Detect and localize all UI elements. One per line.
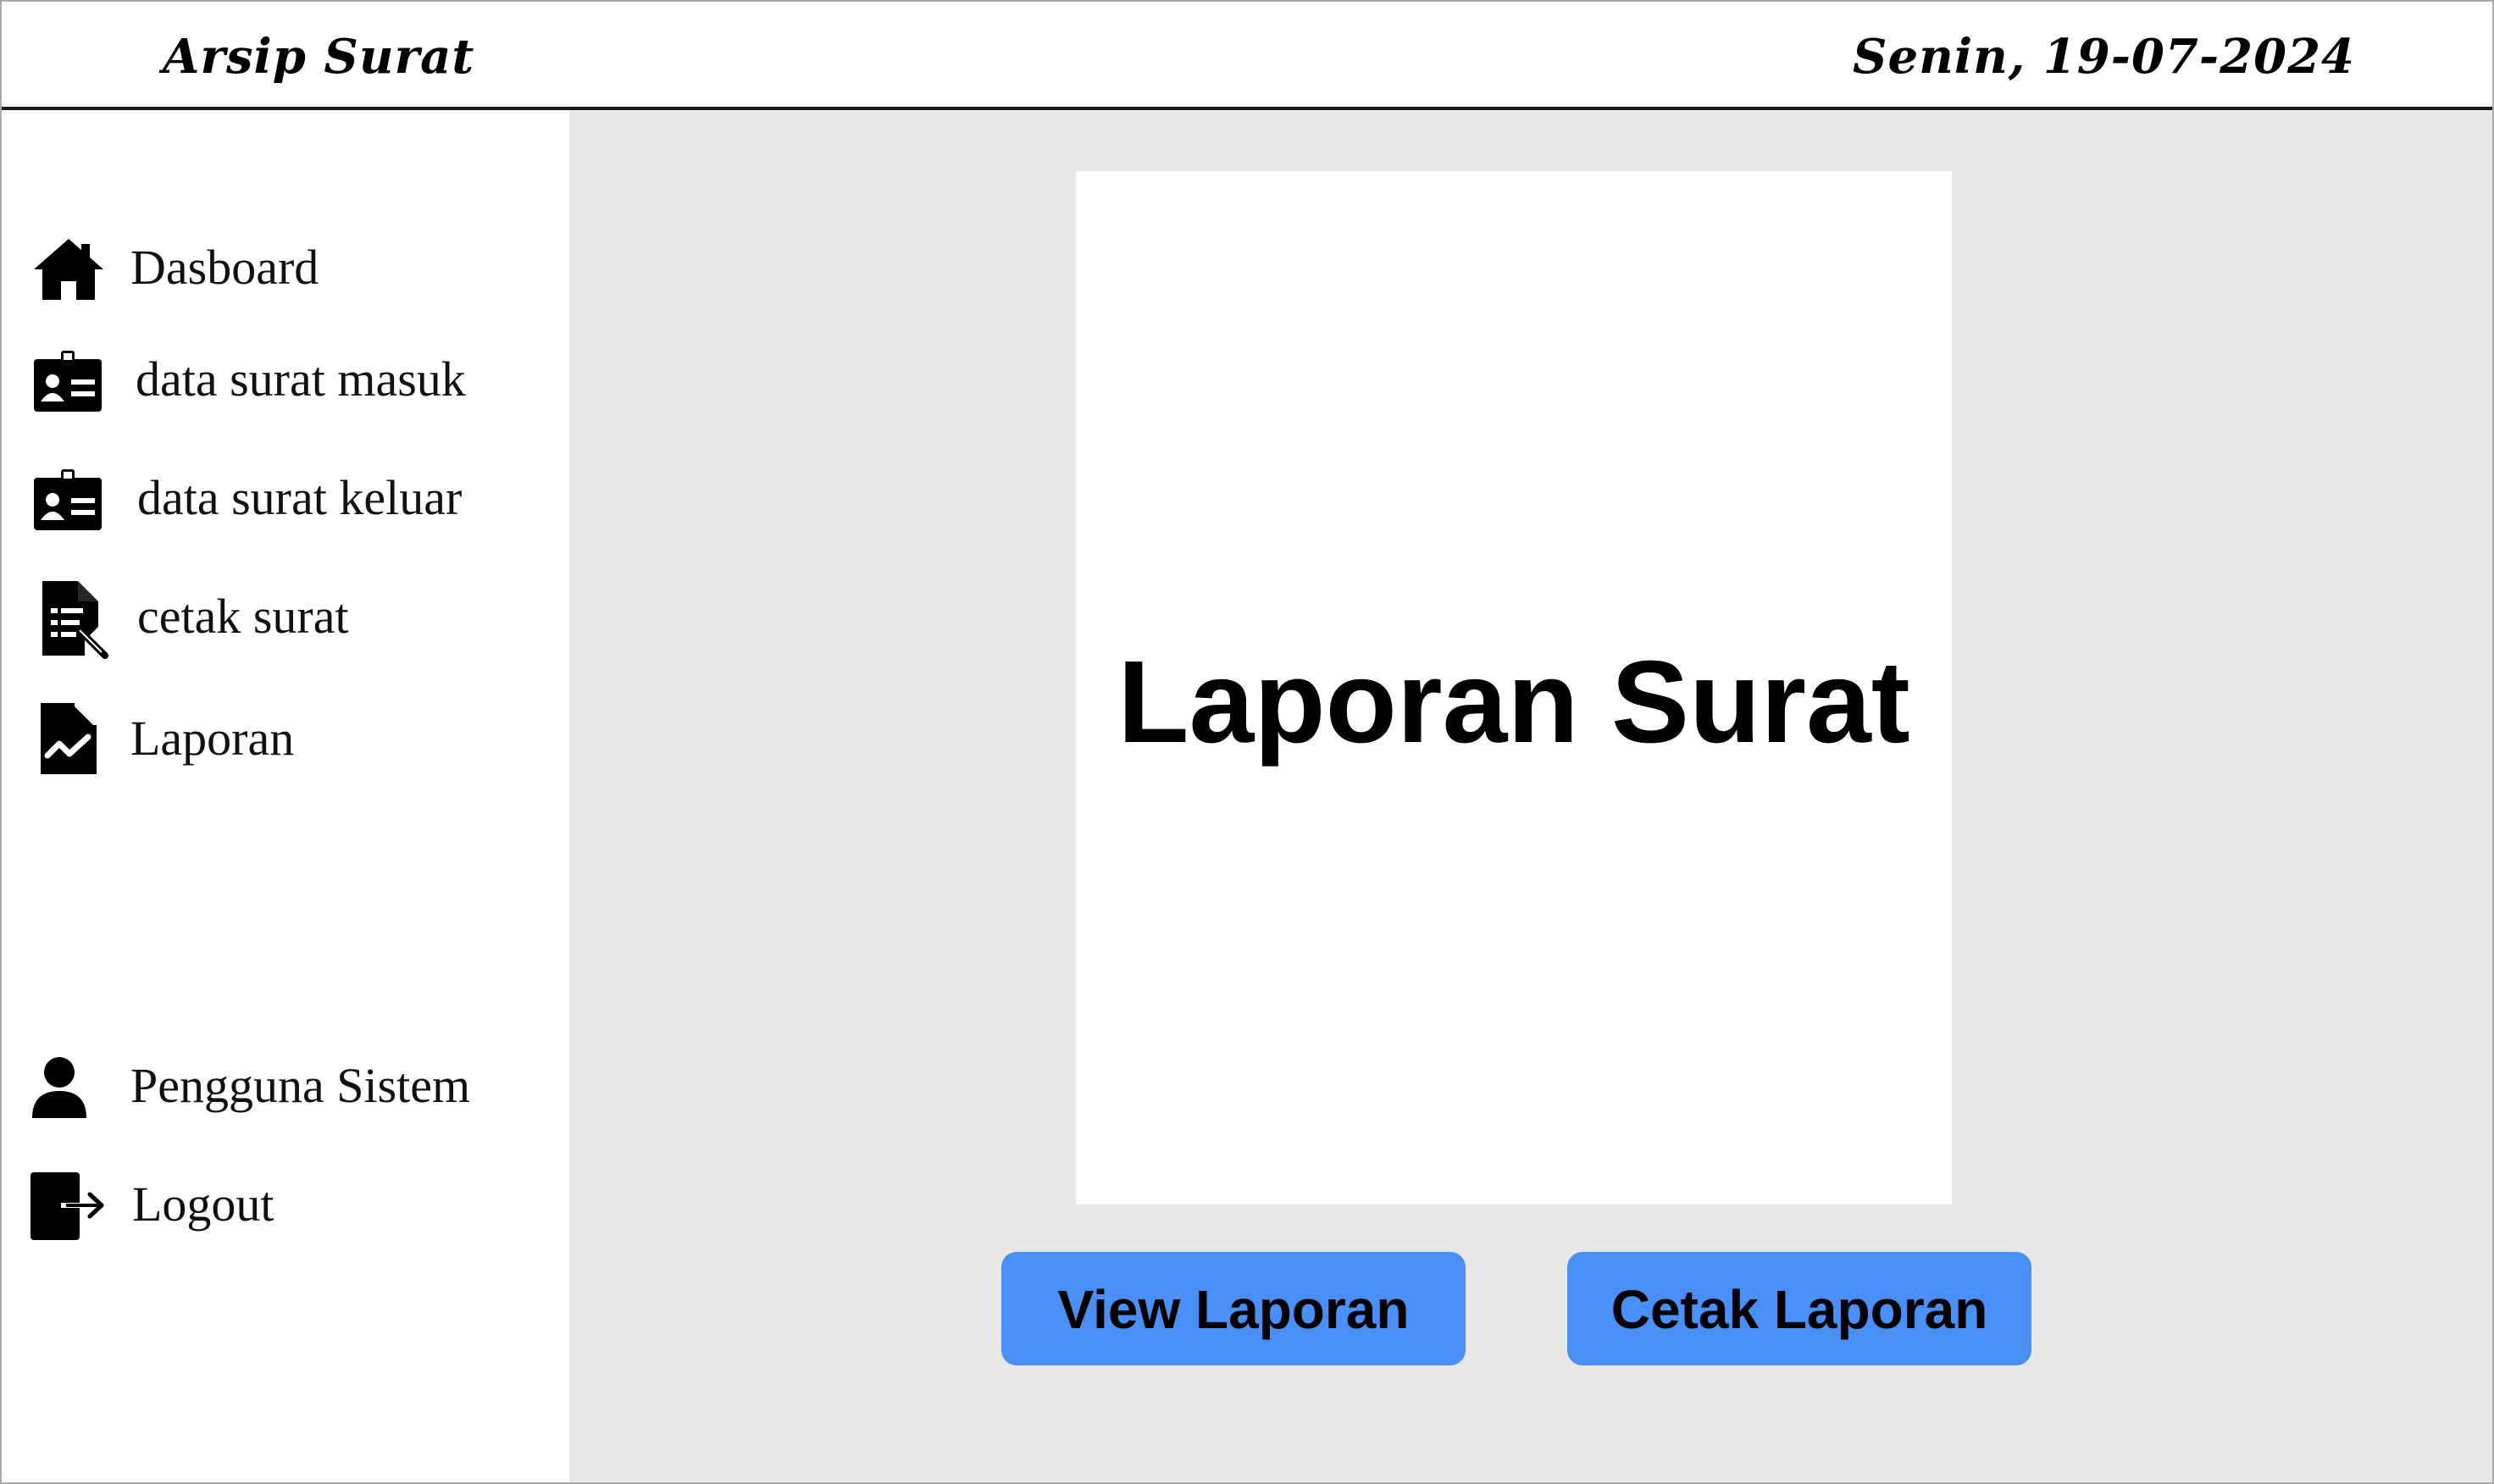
logout-icon bbox=[27, 1169, 112, 1243]
report-title: Laporan Surat bbox=[1117, 637, 1910, 767]
sidebar-item-label: Dasboard bbox=[130, 240, 319, 295]
sidebar-item-data-surat-masuk[interactable]: data surat masuk bbox=[2, 341, 569, 422]
sidebar-item-label: cetak surat bbox=[137, 589, 349, 644]
user-icon bbox=[25, 1054, 102, 1121]
current-date: Senin, 19-07-2024 bbox=[1853, 29, 2355, 85]
sidebar-item-pengguna-sistem[interactable]: Pengguna Sistem bbox=[2, 1047, 569, 1128]
app-window: Arsip Surat Senin, 19-07-2024 Dasboard d… bbox=[0, 0, 2494, 1484]
main-content: Laporan Surat View Laporan Cetak Laporan bbox=[569, 110, 2492, 1482]
document-list-icon bbox=[34, 578, 115, 659]
sidebar-item-label: Logout bbox=[132, 1177, 274, 1232]
id-card-icon bbox=[30, 347, 107, 415]
sidebar-item-logout[interactable]: Logout bbox=[2, 1166, 569, 1247]
sidebar-item-laporan[interactable]: Laporan bbox=[2, 700, 569, 781]
sidebar-item-dasboard[interactable]: Dasboard bbox=[2, 229, 569, 310]
sidebar-item-label: data surat keluar bbox=[137, 470, 463, 525]
app-title: Arsip Surat bbox=[163, 29, 475, 85]
top-header: Arsip Surat Senin, 19-07-2024 bbox=[2, 2, 2492, 110]
sidebar-item-data-surat-keluar[interactable]: data surat keluar bbox=[2, 459, 569, 540]
sidebar-item-cetak-surat[interactable]: cetak surat bbox=[2, 578, 569, 659]
sidebar-item-label: data surat masuk bbox=[136, 352, 466, 407]
sidebar-item-label: Laporan bbox=[130, 711, 295, 766]
print-report-button[interactable]: Cetak Laporan bbox=[1567, 1252, 2031, 1365]
chart-file-icon bbox=[36, 700, 103, 778]
sidebar: Dasboard data surat masuk data surat kel… bbox=[2, 110, 569, 1482]
view-report-button[interactable]: View Laporan bbox=[1001, 1252, 1466, 1365]
report-preview-card: Laporan Surat bbox=[1076, 171, 1952, 1204]
sidebar-item-label: Pengguna Sistem bbox=[130, 1058, 471, 1113]
home-icon bbox=[30, 235, 107, 303]
id-card-icon bbox=[30, 466, 107, 534]
